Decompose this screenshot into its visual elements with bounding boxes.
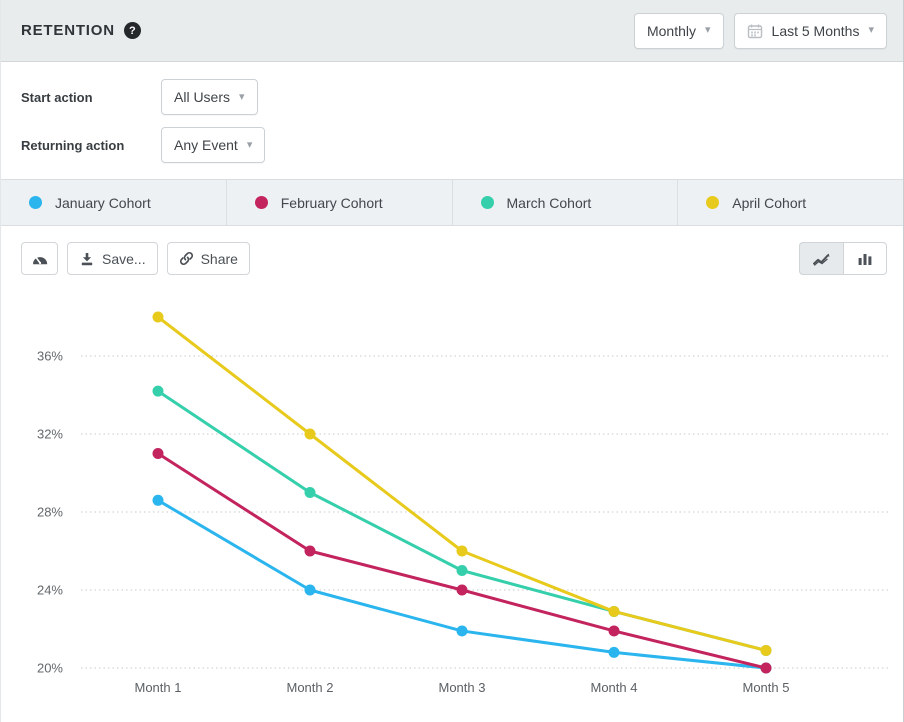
download-icon <box>79 251 95 267</box>
svg-text:Month 2: Month 2 <box>287 680 334 695</box>
legend-label: February Cohort <box>281 195 383 211</box>
header-controls: Monthly ▾ Last 5 Months ▾ <box>634 13 887 49</box>
chart-type-toggle <box>799 242 887 275</box>
line-chart-icon <box>812 251 831 266</box>
svg-text:Month 1: Month 1 <box>135 680 182 695</box>
svg-text:28%: 28% <box>37 505 63 520</box>
start-action-dropdown[interactable]: All Users ▾ <box>161 79 258 115</box>
february-dot-icon <box>255 196 268 209</box>
line-chart-toggle[interactable] <box>799 242 843 275</box>
header-bar: RETENTION ? Monthly ▾ Last 5 Months ▾ <box>1 0 903 62</box>
share-label: Share <box>201 251 238 267</box>
chart-section: Save... Share <box>1 226 903 720</box>
calendar-icon <box>747 23 763 39</box>
save-label: Save... <box>102 251 146 267</box>
january-dot-icon <box>29 196 42 209</box>
legend-label: January Cohort <box>55 195 151 211</box>
returning-action-value: Any Event <box>174 137 238 153</box>
legend-item-february[interactable]: February Cohort <box>227 180 453 225</box>
svg-text:36%: 36% <box>37 349 63 364</box>
svg-text:Month 4: Month 4 <box>591 680 638 695</box>
svg-text:32%: 32% <box>37 427 63 442</box>
granularity-value: Monthly <box>647 23 696 39</box>
help-icon[interactable]: ? <box>124 22 141 39</box>
april-dot-icon <box>706 196 719 209</box>
chevron-down-icon: ▾ <box>868 25 874 36</box>
start-action-label: Start action <box>21 90 161 105</box>
bar-chart-toggle[interactable] <box>843 242 887 275</box>
chevron-down-icon: ▾ <box>247 140 253 151</box>
save-button[interactable]: Save... <box>67 242 158 275</box>
returning-action-row: Returning action Any Event ▾ <box>21 127 903 163</box>
chart-toolbar: Save... Share <box>21 242 887 275</box>
legend-item-march[interactable]: March Cohort <box>453 180 679 225</box>
title-wrap: RETENTION ? <box>21 22 141 39</box>
date-range-dropdown[interactable]: Last 5 Months ▾ <box>734 13 887 49</box>
retention-line-chart: 36% 32% 28% 24% 20% Month 1 Month 2 Month 3 Mont… <box>1 226 904 720</box>
dashboard-gauge-icon <box>31 251 49 266</box>
start-action-value: All Users <box>174 89 230 105</box>
svg-text:24%: 24% <box>37 583 63 598</box>
legend-label: April Cohort <box>732 195 806 211</box>
share-button[interactable]: Share <box>167 242 250 275</box>
svg-text:Month 5: Month 5 <box>743 680 790 695</box>
legend-label: March Cohort <box>507 195 592 211</box>
chevron-down-icon: ▾ <box>705 25 711 36</box>
filters-panel: Start action All Users ▾ Returning actio… <box>1 62 903 179</box>
start-action-row: Start action All Users ▾ <box>21 79 903 115</box>
add-to-dashboard-button[interactable] <box>21 242 58 275</box>
cohort-legend: January Cohort February Cohort March Coh… <box>1 179 903 226</box>
chevron-down-icon: ▾ <box>239 92 245 103</box>
returning-action-dropdown[interactable]: Any Event ▾ <box>161 127 265 163</box>
march-dot-icon <box>481 196 494 209</box>
date-range-value: Last 5 Months <box>772 23 860 39</box>
legend-item-april[interactable]: April Cohort <box>678 180 903 225</box>
legend-item-january[interactable]: January Cohort <box>1 180 227 225</box>
bar-chart-icon <box>857 252 873 266</box>
granularity-dropdown[interactable]: Monthly ▾ <box>634 13 724 49</box>
returning-action-label: Returning action <box>21 138 161 153</box>
svg-text:20%: 20% <box>37 661 63 676</box>
page-title: RETENTION <box>21 22 115 39</box>
link-icon <box>179 251 194 266</box>
svg-text:Month 3: Month 3 <box>439 680 486 695</box>
